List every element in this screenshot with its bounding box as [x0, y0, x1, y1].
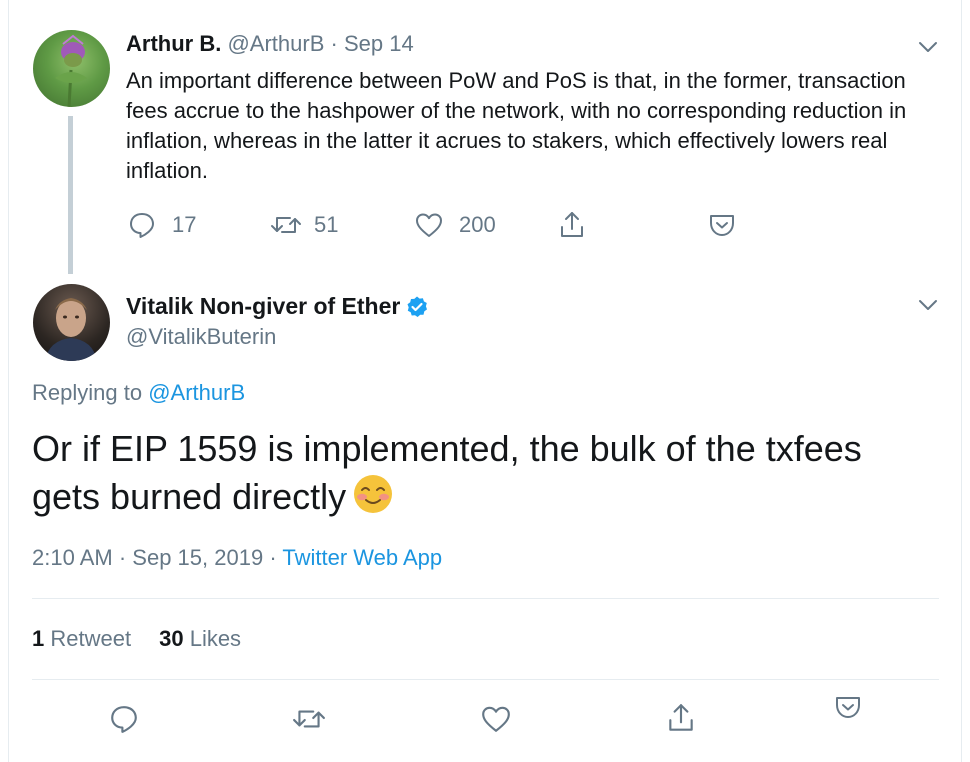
replying-prefix: Replying to — [32, 380, 143, 405]
thread-connector-line — [68, 116, 73, 274]
retweet-icon[interactable] — [292, 704, 326, 734]
replying-handle-link[interactable]: @ArthurB — [148, 380, 245, 405]
main-tweet-body: Or if EIP 1559 is implemented, the bulk … — [32, 428, 862, 517]
pocket-icon[interactable] — [834, 694, 862, 720]
parent-display-name[interactable]: Arthur B. — [126, 31, 221, 56]
avatar[interactable] — [33, 284, 110, 361]
divider — [32, 598, 939, 599]
reply-count: 17 — [172, 212, 197, 237]
share-icon[interactable] — [666, 702, 696, 734]
heart-icon — [416, 213, 442, 237]
retweet-total: 1 — [32, 626, 45, 651]
tweet-date[interactable]: Sep 15, 2019 — [132, 545, 263, 570]
like-label: Likes — [189, 626, 242, 651]
retweet-label: Retweet — [50, 626, 132, 651]
likes-stat[interactable]: 30 Likes — [159, 626, 241, 651]
thistle-avatar-image — [55, 34, 87, 107]
verified-badge-icon — [407, 296, 428, 317]
reply-button[interactable]: 17 — [128, 211, 196, 239]
meta-separator: · — [269, 545, 277, 570]
retweet-count: 51 — [314, 212, 339, 237]
smiling-face-emoji-icon — [354, 475, 393, 513]
parent-tweet-header: Arthur B. @ArthurB · Sep 14 — [126, 31, 414, 57]
tweet-metadata: 2:10 AM · Sep 15, 2019 · Twitter Web App — [32, 545, 442, 571]
divider — [32, 679, 939, 680]
tweet-source-link[interactable]: Twitter Web App — [282, 545, 442, 570]
heart-icon[interactable] — [480, 704, 512, 734]
retweets-stat[interactable]: 1 Retweet — [32, 626, 131, 651]
engagement-stats: 1 Retweet 30 Likes — [32, 626, 241, 652]
retweet-button[interactable]: 51 — [270, 211, 338, 239]
parent-date[interactable]: Sep 14 — [344, 31, 414, 56]
parent-handle[interactable]: @ArthurB — [227, 31, 324, 56]
reply-icon[interactable] — [109, 704, 139, 734]
pocket-icon[interactable] — [708, 212, 736, 238]
like-count: 200 — [459, 212, 496, 237]
share-icon[interactable] — [558, 210, 586, 240]
main-tweet-text: Or if EIP 1559 is implemented, the bulk … — [32, 425, 932, 521]
main-author-name-row: Vitalik Non-giver of Ether — [126, 293, 429, 320]
chevron-down-icon[interactable] — [918, 40, 938, 54]
retweet-icon — [271, 217, 301, 233]
parent-tweet-text: An important difference between PoW and … — [126, 68, 907, 183]
main-display-name[interactable]: Vitalik Non-giver of Ether — [126, 293, 400, 320]
reply-icon — [130, 213, 154, 238]
profile-photo-image — [45, 298, 97, 361]
like-total: 30 — [159, 626, 184, 651]
header-separator: · — [330, 31, 338, 56]
main-handle[interactable]: @VitalikButerin — [126, 324, 276, 350]
chevron-down-icon[interactable] — [918, 298, 938, 312]
tweet-time[interactable]: 2:10 AM — [32, 545, 113, 570]
replying-to: Replying to @ArthurB — [32, 380, 245, 406]
meta-separator: · — [118, 545, 127, 570]
like-button[interactable]: 200 — [414, 211, 496, 239]
avatar[interactable] — [33, 30, 110, 107]
